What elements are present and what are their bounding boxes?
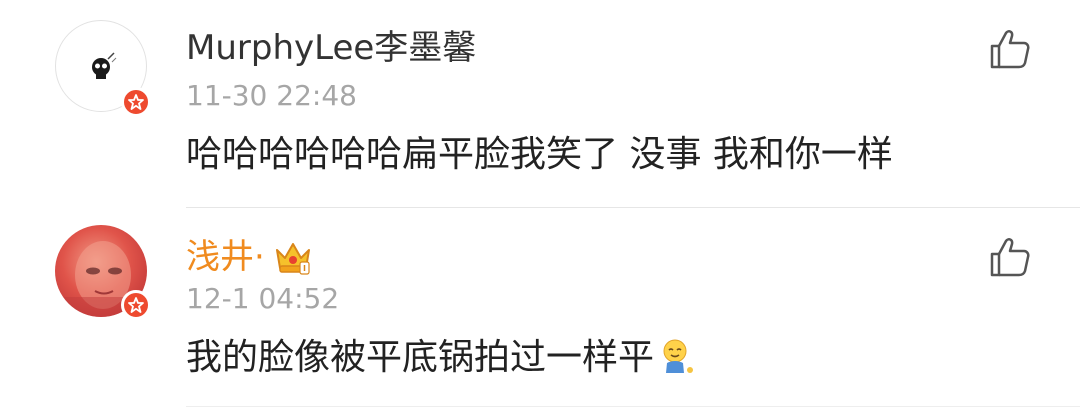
sweat-smile-emoji-icon xyxy=(663,339,694,373)
comment-item: 浅井· 12-1 04:52 我的脸像被平底锅拍过一样平 xyxy=(0,208,1080,411)
emoji xyxy=(660,337,696,377)
username[interactable]: MurphyLee李墨馨 xyxy=(186,28,476,68)
comment-text-row: 我的脸像被平底锅拍过一样平 xyxy=(186,336,696,380)
verified-star-icon xyxy=(128,297,144,313)
like-button[interactable] xyxy=(988,235,1032,279)
username[interactable]: 浅井· xyxy=(186,237,265,277)
like-button[interactable] xyxy=(988,27,1032,71)
thumbs-up-icon xyxy=(990,238,1030,277)
timestamp: 12-1 04:52 xyxy=(186,282,340,315)
thumbs-up-icon xyxy=(990,30,1030,69)
comment-text: 我的脸像被平底锅拍过一样平 xyxy=(186,337,655,378)
verified-badge xyxy=(121,87,151,117)
verified-badge xyxy=(121,290,151,320)
timestamp: 11-30 22:48 xyxy=(186,79,357,112)
comment-item: MurphyLee李墨馨 11-30 22:48 哈哈哈哈哈哈扁平脸我笑了 没事… xyxy=(0,0,1080,208)
username-row: 浅井· xyxy=(186,237,313,279)
verified-star-icon xyxy=(128,94,144,110)
vip-badge[interactable] xyxy=(273,236,313,276)
comment-text: 哈哈哈哈哈哈扁平脸我笑了 没事 我和你一样 xyxy=(186,134,893,175)
divider xyxy=(186,406,1080,407)
gold-crown-icon xyxy=(275,242,310,275)
